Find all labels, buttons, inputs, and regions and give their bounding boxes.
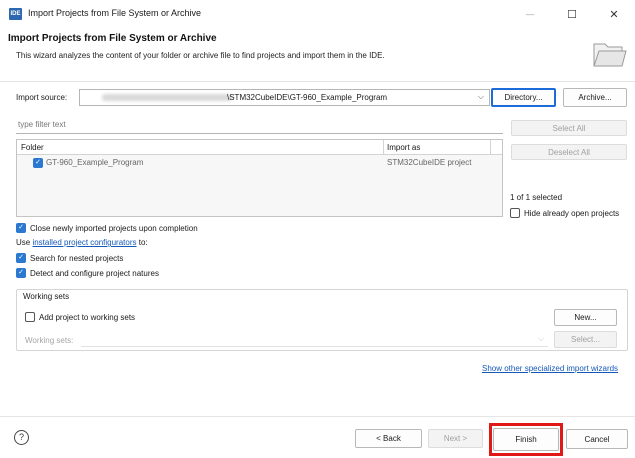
detect-natures-label: Detect and configure project natures	[30, 268, 159, 278]
select-all-button[interactable]: Select All	[511, 120, 627, 136]
working-sets-combo[interactable]: ⌵	[81, 332, 548, 347]
maximize-button[interactable]: ☐	[551, 0, 593, 28]
checkbox-unchecked-icon[interactable]	[510, 208, 520, 218]
next-button[interactable]: Next >	[428, 429, 483, 448]
chevron-down-icon: ⌵	[477, 92, 484, 101]
wizard-title: Import Projects from File System or Arch…	[8, 33, 217, 44]
import-source-combo[interactable]: \STM32CubeIDE\GT-960_Example_Program ⌵	[79, 89, 490, 106]
archive-button[interactable]: Archive...	[563, 88, 627, 107]
add-to-working-sets-option[interactable]: Add project to working sets	[25, 312, 135, 322]
table-row[interactable]: ✓ GT-960_Example_Program STM32CubeIDE pr…	[17, 155, 502, 171]
row-folder: GT-960_Example_Program	[46, 158, 144, 167]
close-icon: ✕	[609, 8, 619, 21]
close-button[interactable]: ✕	[593, 0, 635, 28]
minimize-icon: —	[525, 9, 535, 19]
import-source-value: \STM32CubeIDE\GT-960_Example_Program	[227, 93, 388, 102]
finish-highlight-box	[489, 423, 563, 456]
working-sets-legend: Working sets	[23, 292, 70, 301]
folder-icon	[593, 43, 627, 67]
checkbox-checked-icon[interactable]: ✓	[16, 253, 26, 263]
configurators-link[interactable]: installed project configurators	[32, 238, 136, 247]
add-to-working-sets-label: Add project to working sets	[39, 312, 136, 322]
select-working-sets-button[interactable]: Select...	[554, 331, 617, 348]
other-wizards-link[interactable]: Show other specialized import wizards	[482, 364, 618, 373]
import-source-label: Import source:	[16, 93, 68, 102]
close-imported-option[interactable]: ✓ Close newly imported projects upon com…	[16, 223, 198, 233]
table-header: Folder Import as	[17, 140, 502, 155]
cancel-button[interactable]: Cancel	[566, 429, 628, 449]
projects-table: Folder Import as ✓ GT-960_Example_Progra…	[16, 139, 503, 217]
search-nested-option[interactable]: ✓ Search for nested projects	[16, 253, 123, 263]
row-import-as: STM32CubeIDE project	[387, 158, 472, 167]
wizard-description: This wizard analyzes the content of your…	[16, 51, 385, 60]
column-header-import-as: Import as	[387, 143, 421, 152]
hide-open-projects-label: Hide already open projects	[524, 208, 620, 218]
checkbox-checked-icon[interactable]: ✓	[16, 223, 26, 233]
directory-button[interactable]: Directory...	[491, 88, 556, 107]
close-imported-label: Close newly imported projects upon compl…	[30, 223, 198, 233]
chevron-down-icon: ⌵	[537, 334, 544, 343]
search-nested-label: Search for nested projects	[30, 253, 124, 263]
deselect-all-button[interactable]: Deselect All	[511, 144, 627, 160]
back-button[interactable]: < Back	[355, 429, 422, 448]
app-icon: IDE	[9, 8, 22, 20]
row-checkbox[interactable]: ✓	[33, 158, 43, 168]
minimize-button[interactable]: —	[509, 0, 551, 28]
configurators-line: Use installed project configurators to:	[16, 238, 148, 247]
filter-input[interactable]: type filter text	[16, 120, 503, 134]
hide-open-projects-option[interactable]: Hide already open projects	[510, 208, 619, 218]
window-title: Import Projects from File System or Arch…	[28, 8, 202, 18]
checkbox-checked-icon[interactable]: ✓	[16, 268, 26, 278]
maximize-icon: ☐	[567, 8, 577, 21]
help-icon[interactable]: ?	[14, 430, 29, 445]
redacted-path	[102, 94, 232, 101]
new-working-set-button[interactable]: New...	[554, 309, 617, 326]
column-header-folder: Folder	[21, 143, 44, 152]
selected-count: 1 of 1 selected	[510, 193, 563, 202]
working-sets-label: Working sets:	[25, 336, 74, 345]
checkbox-unchecked-icon[interactable]	[25, 312, 35, 322]
detect-natures-option[interactable]: ✓ Detect and configure project natures	[16, 268, 159, 278]
